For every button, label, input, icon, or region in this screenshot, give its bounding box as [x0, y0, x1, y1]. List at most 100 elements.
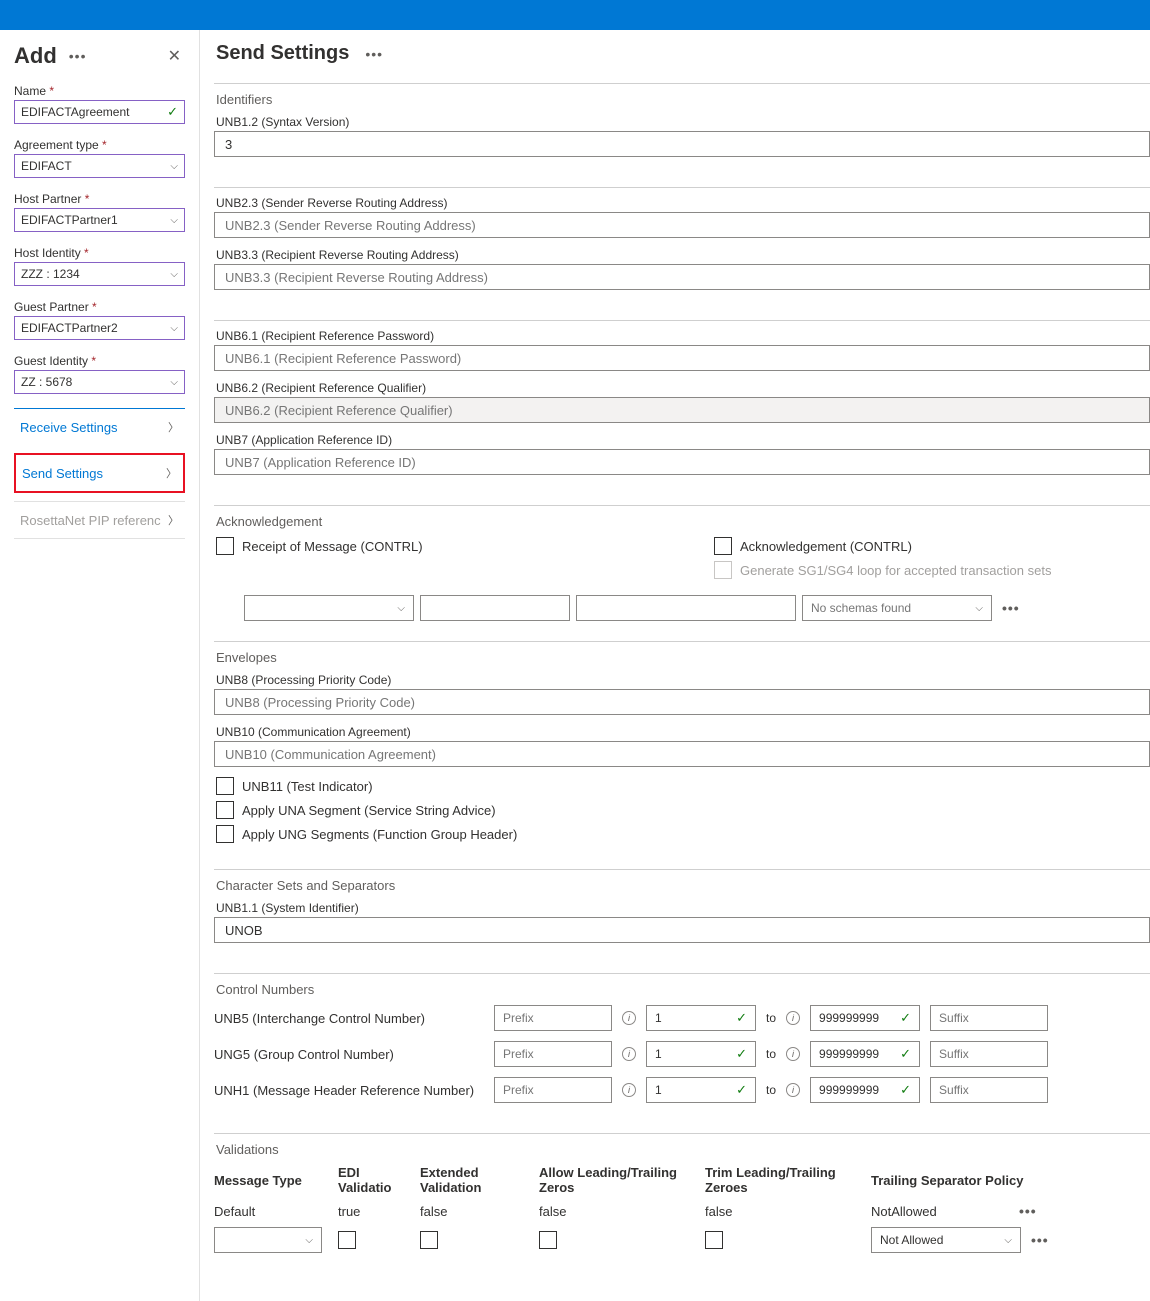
- control-row-unh1: UNH1 (Message Header Reference Number) P…: [214, 1077, 1150, 1103]
- check-icon: ✓: [736, 1010, 747, 1026]
- agreement-type-select[interactable]: EDIFACT ⌵: [14, 154, 185, 178]
- section-routing: UNB2.3 (Sender Reverse Routing Address) …: [214, 187, 1150, 314]
- ack-schema-select[interactable]: No schemas found⌵: [802, 595, 992, 621]
- unb61-input[interactable]: UNB6.1 (Recipient Reference Password): [214, 345, 1150, 371]
- main-content: Send Settings ••• Identifiers UNB1.2 (Sy…: [200, 30, 1150, 1301]
- sidebar-more-icon[interactable]: •••: [69, 48, 87, 64]
- unb61-label: UNB6.1 (Recipient Reference Password): [214, 329, 1150, 343]
- ung-cb-label: Apply UNG Segments (Function Group Heade…: [242, 827, 517, 842]
- chevron-right-icon: 〉: [168, 512, 179, 528]
- info-icon[interactable]: i: [622, 1011, 636, 1025]
- nav-send-settings[interactable]: Send Settings 〉: [14, 453, 185, 493]
- name-label: Name: [14, 84, 185, 98]
- info-icon[interactable]: i: [786, 1083, 800, 1097]
- unb5-from[interactable]: 1✓: [646, 1005, 756, 1031]
- name-input[interactable]: ✓: [14, 100, 185, 124]
- unb10-input[interactable]: UNB10 (Communication Agreement): [214, 741, 1150, 767]
- unb62-input[interactable]: UNB6.2 (Recipient Reference Qualifier): [214, 397, 1150, 423]
- val-lead: false: [539, 1204, 701, 1219]
- ack-contrl-checkbox[interactable]: [714, 537, 732, 555]
- name-input-field[interactable]: [21, 105, 167, 119]
- col-trim: Trim Leading/Trailing Zeroes: [705, 1165, 867, 1195]
- val-msg-type: Default: [214, 1204, 334, 1219]
- receipt-label: Receipt of Message (CONTRL): [242, 539, 423, 554]
- unb12-input[interactable]: 3: [214, 131, 1150, 157]
- guest-identity-select[interactable]: ZZ : 5678 ⌵: [14, 370, 185, 394]
- unb11-sys-input[interactable]: UNOB: [214, 917, 1150, 943]
- ack-more-icon[interactable]: •••: [998, 600, 1024, 616]
- col-trail: Trailing Separator Policy: [871, 1173, 1031, 1188]
- sidebar-title: Add: [14, 43, 57, 69]
- val-trail: NotAllowed: [871, 1204, 1011, 1219]
- chevron-down-icon: ⌵: [305, 1235, 313, 1246]
- unh1-to[interactable]: 999999999✓: [810, 1077, 920, 1103]
- host-partner-label: Host Partner: [14, 192, 185, 206]
- una-checkbox[interactable]: [216, 801, 234, 819]
- info-icon[interactable]: i: [622, 1083, 636, 1097]
- control-row-ung5: UNG5 (Group Control Number) Prefix i 1✓ …: [214, 1041, 1150, 1067]
- section-acknowledgement: Acknowledgement Receipt of Message (CONT…: [214, 505, 1150, 635]
- val-msg-type-select[interactable]: ⌵: [214, 1227, 322, 1253]
- unh1-from[interactable]: 1✓: [646, 1077, 756, 1103]
- unb8-input[interactable]: UNB8 (Processing Priority Code): [214, 689, 1150, 715]
- info-icon[interactable]: i: [786, 1047, 800, 1061]
- check-icon: ✓: [736, 1082, 747, 1098]
- ung-checkbox[interactable]: [216, 825, 234, 843]
- chevron-down-icon: ⌵: [170, 377, 178, 388]
- host-identity-label: Host Identity: [14, 246, 185, 260]
- to-label: to: [766, 1011, 776, 1025]
- info-icon[interactable]: i: [786, 1011, 800, 1025]
- control-row-unb5: UNB5 (Interchange Control Number) Prefix…: [214, 1005, 1150, 1031]
- ack-select-2[interactable]: [420, 595, 570, 621]
- check-icon: ✓: [900, 1010, 911, 1026]
- chevron-down-icon: ⌵: [170, 323, 178, 334]
- guest-identity-label: Guest Identity: [14, 354, 185, 368]
- main-more-icon[interactable]: •••: [365, 46, 383, 62]
- validations-row-new: ⌵ Not Allowed⌵ •••: [214, 1227, 1150, 1253]
- unb33-label: UNB3.3 (Recipient Reverse Routing Addres…: [214, 248, 1150, 262]
- unb5-prefix[interactable]: Prefix: [494, 1005, 612, 1031]
- ack-contrl-label: Acknowledgement (CONTRL): [740, 539, 912, 554]
- unb5-suffix[interactable]: Suffix: [930, 1005, 1048, 1031]
- chevron-down-icon: ⌵: [397, 603, 405, 614]
- section-label-envelopes: Envelopes: [214, 650, 1150, 665]
- unb8-label: UNB8 (Processing Priority Code): [214, 673, 1150, 687]
- section-recipient-ref: UNB6.1 (Recipient Reference Password) UN…: [214, 320, 1150, 499]
- unb5-to[interactable]: 999999999✓: [810, 1005, 920, 1031]
- check-icon: ✓: [900, 1082, 911, 1098]
- unb12-label: UNB1.2 (Syntax Version): [214, 115, 1150, 129]
- ung5-suffix[interactable]: Suffix: [930, 1041, 1048, 1067]
- val-lead-checkbox[interactable]: [539, 1231, 557, 1249]
- val-ext-checkbox[interactable]: [420, 1231, 438, 1249]
- info-icon[interactable]: i: [622, 1047, 636, 1061]
- nav-receive-settings[interactable]: Receive Settings 〉: [14, 408, 185, 445]
- ung5-to[interactable]: 999999999✓: [810, 1041, 920, 1067]
- host-identity-select[interactable]: ZZZ : 1234 ⌵: [14, 262, 185, 286]
- unh1-prefix[interactable]: Prefix: [494, 1077, 612, 1103]
- val-trim-checkbox[interactable]: [705, 1231, 723, 1249]
- unb11-checkbox[interactable]: [216, 777, 234, 795]
- val-edi-checkbox[interactable]: [338, 1231, 356, 1249]
- chevron-down-icon: ⌵: [170, 269, 178, 280]
- val-row2-more-icon[interactable]: •••: [1027, 1232, 1053, 1248]
- section-label-validations: Validations: [214, 1142, 1150, 1157]
- nav-rosettanet[interactable]: RosettaNet PIP referenc 〉: [14, 501, 185, 539]
- unb23-input[interactable]: UNB2.3 (Sender Reverse Routing Address): [214, 212, 1150, 238]
- section-validations: Validations Message Type EDI Validatio E…: [214, 1133, 1150, 1275]
- ung5-from[interactable]: 1✓: [646, 1041, 756, 1067]
- close-icon[interactable]: ✕: [164, 42, 185, 70]
- receipt-checkbox[interactable]: [216, 537, 234, 555]
- val-row1-more-icon[interactable]: •••: [1015, 1203, 1041, 1219]
- unb62-label: UNB6.2 (Recipient Reference Qualifier): [214, 381, 1150, 395]
- val-trail-select[interactable]: Not Allowed⌵: [871, 1227, 1021, 1253]
- host-partner-select[interactable]: EDIFACTPartner1 ⌵: [14, 208, 185, 232]
- unh1-suffix[interactable]: Suffix: [930, 1077, 1048, 1103]
- ack-select-3[interactable]: [576, 595, 796, 621]
- guest-partner-select[interactable]: EDIFACTPartner2 ⌵: [14, 316, 185, 340]
- unb33-input[interactable]: UNB3.3 (Recipient Reverse Routing Addres…: [214, 264, 1150, 290]
- ung5-prefix[interactable]: Prefix: [494, 1041, 612, 1067]
- ack-select-1[interactable]: ⌵: [244, 595, 414, 621]
- gen-loop-checkbox: [714, 561, 732, 579]
- agreement-type-label: Agreement type: [14, 138, 185, 152]
- unb7-input[interactable]: UNB7 (Application Reference ID): [214, 449, 1150, 475]
